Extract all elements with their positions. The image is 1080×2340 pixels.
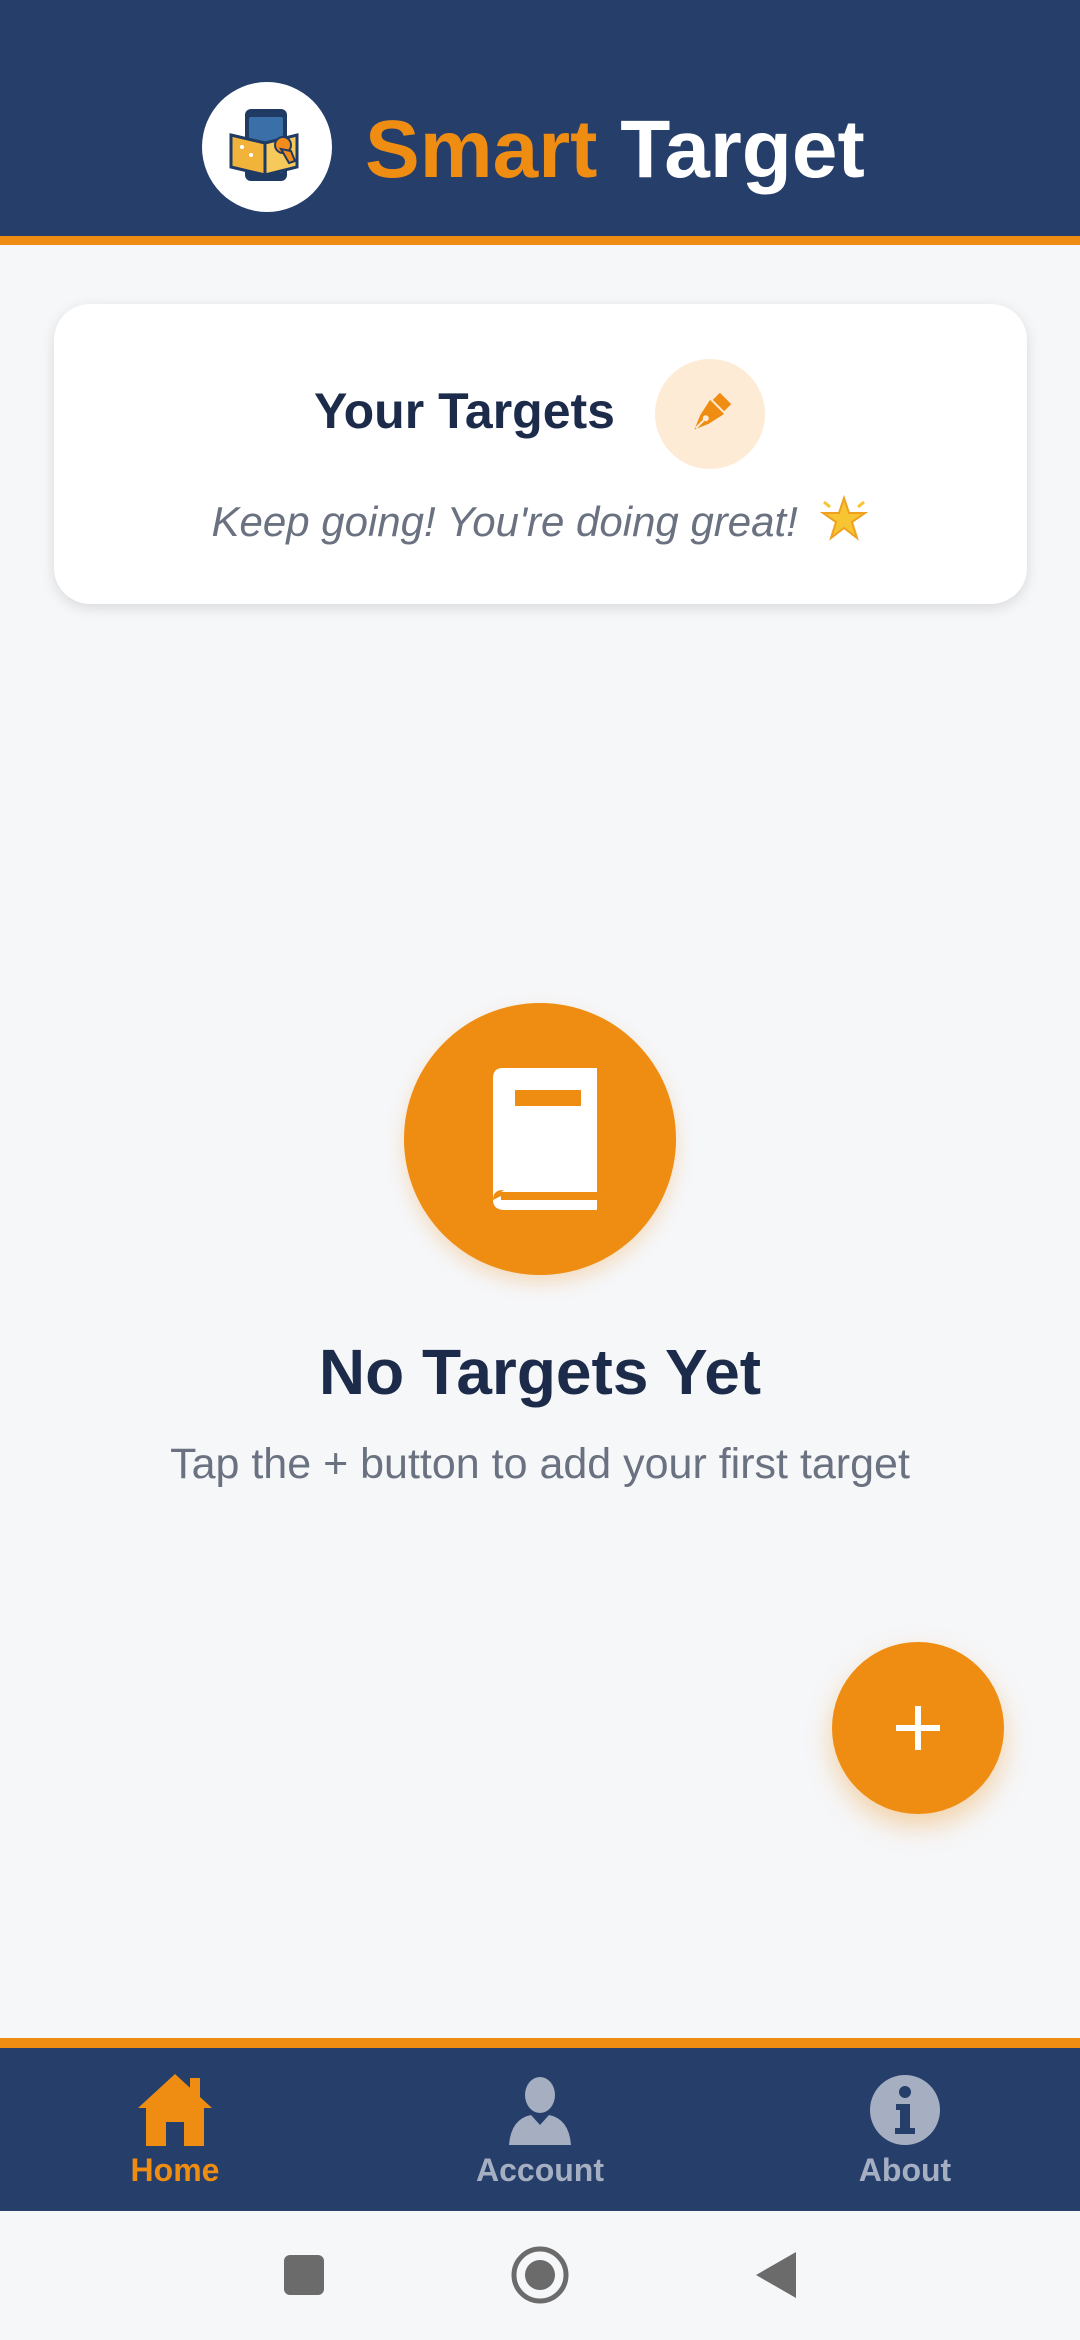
user-icon <box>500 2070 580 2150</box>
book-icon <box>493 1068 597 1210</box>
info-icon <box>865 2070 945 2150</box>
card-title: Your Targets <box>314 383 615 439</box>
app-header: Smart Target <box>0 0 1080 245</box>
empty-state-badge <box>404 1003 676 1275</box>
home-icon <box>135 2070 215 2150</box>
app-title-smart: Smart <box>365 104 598 195</box>
nav-label-about: About <box>858 2152 952 2188</box>
targets-summary-card: Your Targets Keep going! You're doing gr… <box>54 304 1027 604</box>
back-triangle-icon[interactable] <box>736 2235 816 2315</box>
card-subtitle: Keep going! You're doing great! <box>54 494 1027 546</box>
nav-item-home[interactable]: Home <box>55 2048 295 2211</box>
empty-state-subtitle: Tap the + button to add your first targe… <box>170 1440 910 1488</box>
phone-book-logo-icon <box>229 109 299 181</box>
system-navigation-bar <box>0 2211 1080 2340</box>
add-target-button[interactable] <box>832 1642 1004 1814</box>
empty-state-title: No Targets Yet <box>318 1336 762 1408</box>
home-circle-icon[interactable] <box>500 2235 580 2315</box>
pen-nib-icon <box>694 392 732 430</box>
card-subtitle-text: Keep going! You're doing great! <box>211 498 798 545</box>
nav-label-account: Account <box>476 2152 604 2188</box>
nav-item-account[interactable]: Account <box>420 2048 660 2211</box>
nav-item-about[interactable]: About <box>785 2048 1025 2211</box>
bottom-navigation: Home Account About <box>0 2038 1080 2211</box>
app-title: Smart Target <box>365 95 865 205</box>
recents-square-icon[interactable] <box>264 2235 344 2315</box>
pen-badge <box>655 359 765 469</box>
app-title-target: Target <box>620 104 865 195</box>
plus-icon <box>896 1706 940 1750</box>
glowing-star-icon <box>819 494 868 541</box>
nav-label-home: Home <box>130 2152 220 2188</box>
app-logo <box>202 82 332 212</box>
